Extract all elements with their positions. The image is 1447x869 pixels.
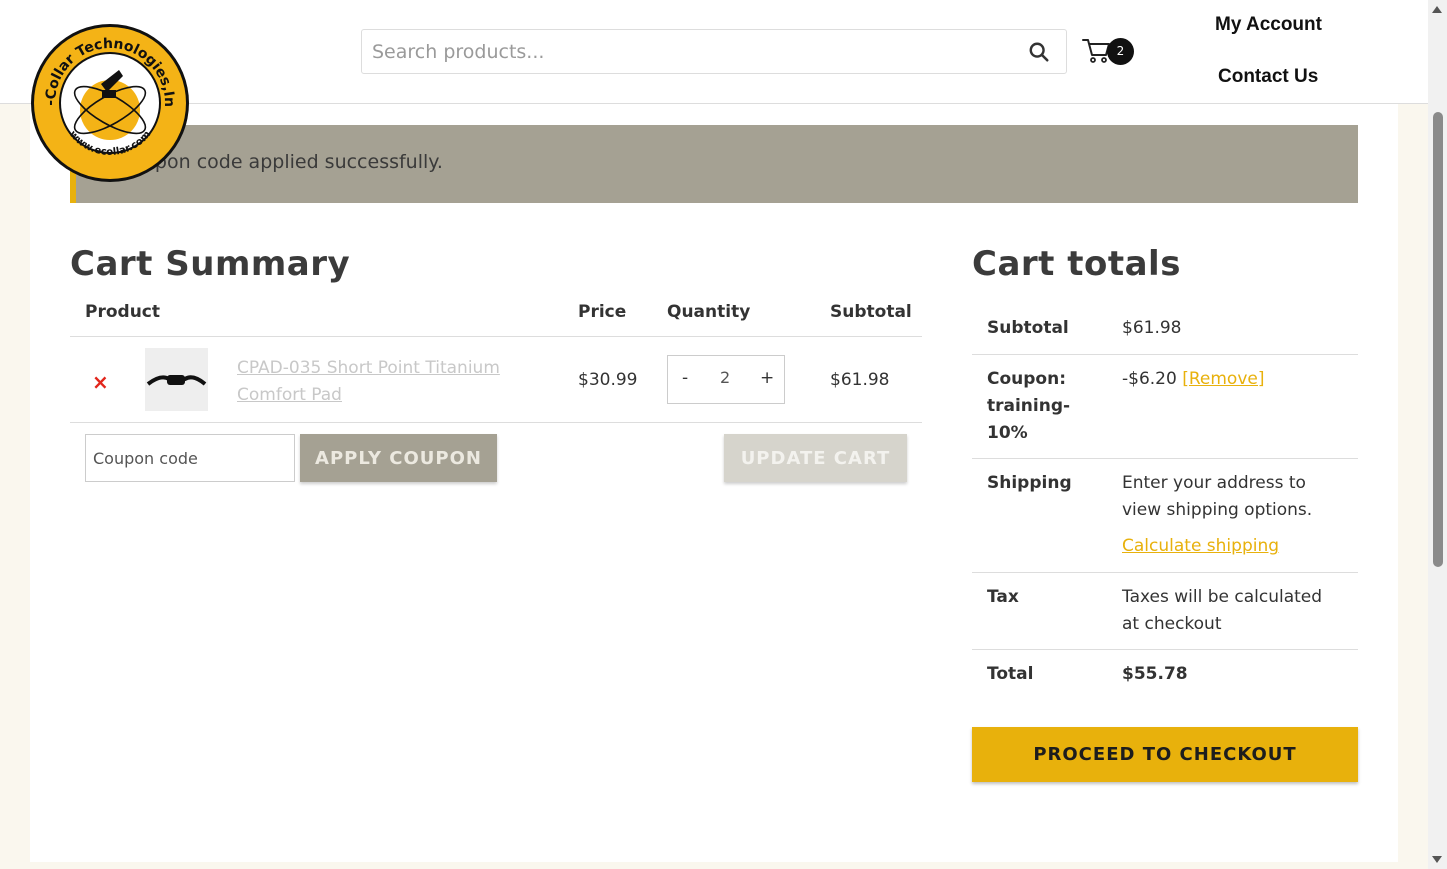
product-name-link[interactable]: CPAD-035 Short Point Titanium Comfort Pa… [237,355,537,409]
col-price: Price [578,302,627,322]
divider [70,422,922,423]
coupon-success-notice: Coupon code applied successfully. [70,125,1358,203]
proceed-to-checkout-button[interactable]: PROCEED TO CHECKOUT [972,727,1358,782]
divider [972,458,1358,459]
nav-contact-us[interactable]: Contact Us [1218,66,1318,88]
coupon-remove-link[interactable]: [Remove] [1182,369,1264,389]
cart-totals-title: Cart totals [972,244,1181,284]
nav-my-account[interactable]: My Account [1215,14,1322,36]
totals-shipping-label: Shipping [987,473,1072,493]
product-thumbnail[interactable] [145,348,208,411]
col-product: Product [85,302,160,322]
scrollbar-thumb[interactable] [1433,112,1443,567]
item-price: $30.99 [578,370,638,390]
totals-coupon-value: -$6.20 [Remove] [1122,366,1264,393]
totals-total-value: $55.78 [1122,664,1188,684]
divider [972,572,1358,573]
coupon-discount: -$6.20 [1122,369,1177,389]
search-bar [361,29,1067,74]
quantity-decrease-button[interactable]: - [682,368,688,388]
col-subtotal: Subtotal [830,302,912,322]
search-icon[interactable] [1028,41,1050,63]
totals-tax-label: Tax [987,587,1019,607]
update-cart-button[interactable]: UPDATE CART [724,434,907,482]
apply-coupon-button[interactable]: APPLY COUPON [300,434,497,482]
coupon-code-input[interactable] [85,434,295,482]
totals-subtotal-value: $61.98 [1122,318,1182,338]
item-subtotal: $61.98 [830,370,890,390]
col-quantity: Quantity [667,302,751,322]
cart-count-badge[interactable]: 2 [1107,38,1134,65]
totals-total-label: Total [987,664,1034,684]
remove-item-button[interactable]: × [92,370,109,394]
search-input[interactable] [372,30,1012,73]
page-scrollbar[interactable] [1428,0,1447,869]
cart-summary-title: Cart Summary [70,244,351,284]
divider [70,336,922,337]
scroll-down-arrow-icon[interactable] [1432,856,1442,863]
quantity-stepper: - 2 + [667,355,785,404]
totals-shipping-text: Enter your address to view shipping opti… [1122,473,1313,520]
totals-tax-text: Taxes will be calculated at checkout [1122,587,1323,634]
totals-coupon-label: Coupon: training- 10% [987,369,1071,443]
quantity-input[interactable]: 2 [720,368,730,387]
company-logo[interactable]: E-Collar Technologies,Inc www.ecollar.co… [29,22,191,184]
site-header: 2 My Account Contact Us [0,0,1428,104]
divider [972,354,1358,355]
totals-subtotal-label: Subtotal [987,318,1069,338]
divider [972,649,1358,650]
scroll-up-arrow-icon[interactable] [1432,6,1442,13]
calculate-shipping-link[interactable]: Calculate shipping [1122,533,1279,560]
quantity-increase-button[interactable]: + [760,368,774,388]
